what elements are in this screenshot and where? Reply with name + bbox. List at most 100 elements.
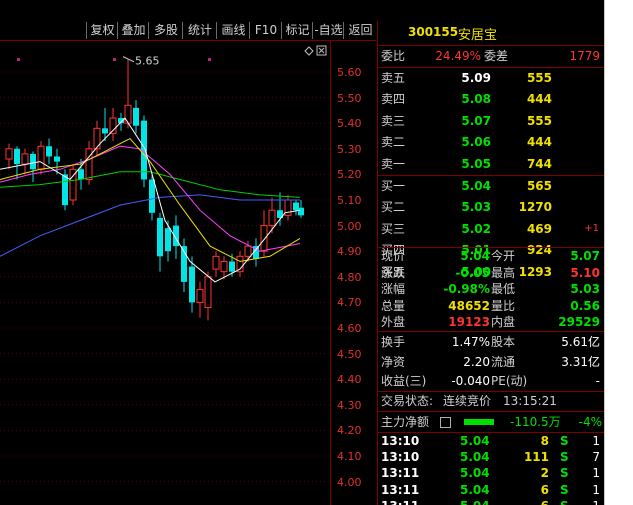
candle-body xyxy=(37,145,45,170)
fundamental-row: 换手 1.47% 股本 5.61亿 xyxy=(378,332,604,352)
level-change: +1 xyxy=(584,222,599,234)
level-volume: 469 xyxy=(526,221,552,236)
tick-volume: 6 xyxy=(540,482,549,497)
candle-body xyxy=(260,225,268,252)
tick-volume: 8 xyxy=(540,434,549,448)
stock-code: 300155 xyxy=(408,25,459,39)
price-tick-label: 5.40 xyxy=(337,117,362,131)
level-price: 5.07 xyxy=(461,113,491,128)
quote-label: 最高 xyxy=(491,265,516,280)
quote-value: 5.03 xyxy=(570,282,600,297)
trade-status-label: 交易状态: xyxy=(381,394,434,408)
ask-level-row[interactable]: 卖二 5.06 444 xyxy=(378,132,604,152)
candle-body xyxy=(189,266,195,303)
ask-level-row[interactable]: 卖五 5.09 555 xyxy=(378,68,604,88)
stock-title-bar: 300155 安居宝 xyxy=(378,21,604,46)
fundamental-label: 流通 xyxy=(491,354,516,369)
quote-value: 48652 xyxy=(448,298,490,313)
order-ratio-label: 委比 xyxy=(381,49,406,63)
quote-value: 5.07 xyxy=(570,249,600,263)
main-flow-value: -110.5万 xyxy=(510,415,561,429)
candle-body xyxy=(21,153,29,165)
price-tick-label: 4.60 xyxy=(337,322,362,335)
tick-time: 13:11 xyxy=(381,498,419,505)
tick-count: 1 xyxy=(592,482,600,497)
candle-body xyxy=(30,153,36,170)
quote-panel: 300155 安居宝 委比 24.49% 委差 1779 卖五 5.09 555 卖四… xyxy=(377,21,604,505)
tick-row: 13:10 5.04 8 S 1 xyxy=(378,433,604,449)
kline-chart[interactable]: 5.65 xyxy=(0,41,376,505)
price-tick-label: 5.10 xyxy=(337,194,362,207)
tick-row: 13:10 5.04 111 S 7 xyxy=(378,449,604,465)
tick-price: 5.04 xyxy=(460,482,490,497)
fundamental-label: PE(动) xyxy=(491,374,528,388)
quote-value: 29529 xyxy=(558,315,600,330)
candle-body xyxy=(46,146,52,157)
quote-value: -0.98% xyxy=(443,282,490,297)
quote-label: 外盘 xyxy=(381,315,406,330)
candle-body xyxy=(14,148,20,165)
fundamental-value: 1.47% xyxy=(451,335,490,349)
quote-label: 今开 xyxy=(491,249,516,263)
chart-toolbar: 复权 叠加 多股 统计 画线 F10 标记 -自选 返回 xyxy=(0,21,376,41)
price-tick-label: 5.00 xyxy=(337,219,362,233)
ask-level-row[interactable]: 卖四 5.08 444 xyxy=(378,89,604,109)
ask-level-row[interactable]: 卖三 5.07 555 xyxy=(378,111,604,131)
candle-body xyxy=(85,148,93,181)
price-tick-label: 5.30 xyxy=(337,142,362,156)
candle-body xyxy=(78,169,84,180)
candle-body xyxy=(268,209,276,227)
price-axis: 5.60 5.50 5.40 5.30 5.20 5.10 5.00 4.90 4.80 4.70… xyxy=(330,41,377,505)
price-tick-label: 4.20 xyxy=(337,424,362,438)
main-flow-row: 主力净额 -110.5万 -4% xyxy=(378,412,604,432)
bid-level-row[interactable]: 买二 5.03 1270 xyxy=(378,197,604,217)
toolbar-button-8[interactable]: 返回 xyxy=(343,22,377,39)
candle-body xyxy=(298,207,304,216)
tick-volume: 6 xyxy=(541,498,549,505)
price-tick-label: 4.90 xyxy=(337,245,362,259)
quote-row: 涨跌 -0.05 最高 5.10 xyxy=(378,265,604,282)
tick-price: 5.04 xyxy=(460,466,490,481)
toolbar-button-6[interactable]: 标记 xyxy=(281,22,313,39)
toolbar-button-0[interactable]: 复权 xyxy=(86,22,118,39)
list-icon[interactable] xyxy=(440,417,451,428)
candle-body xyxy=(133,107,139,126)
level-volume: 555 xyxy=(526,71,552,85)
price-tick-label: 5.50 xyxy=(337,91,362,105)
toolbar-button-7[interactable]: -自选 xyxy=(312,22,344,39)
level-volume: 1270 xyxy=(518,200,552,215)
quote-label: 内盘 xyxy=(491,315,516,330)
toolbar-button-2[interactable]: 多股 xyxy=(148,22,183,39)
toolbar-button-5[interactable]: F10 xyxy=(249,22,282,39)
level-label: 买二 xyxy=(381,200,406,215)
level-price: 5.09 xyxy=(461,71,491,85)
tick-count: 1 xyxy=(592,498,600,505)
candle-body xyxy=(109,117,117,134)
high-price-label: 5.65 xyxy=(135,54,160,67)
bid-level-row[interactable]: 买一 5.04 565 xyxy=(378,176,604,196)
candle-body xyxy=(102,128,108,134)
level-label: 卖五 xyxy=(381,71,406,85)
order-ratio-value: 24.49% xyxy=(435,49,481,63)
tick-time: 13:11 xyxy=(381,482,420,497)
fundamental-label: 换手 xyxy=(381,335,406,349)
fundamental-value: 5.61亿 xyxy=(561,335,600,349)
price-tick-label: 5.20 xyxy=(337,168,362,182)
tick-side: S xyxy=(560,450,569,465)
level-volume: 565 xyxy=(526,179,552,193)
candle-body xyxy=(54,156,60,162)
kline-svg: 5.65 xyxy=(0,45,330,483)
level-label: 卖四 xyxy=(381,92,406,107)
toolbar-button-1[interactable]: 叠加 xyxy=(117,22,149,39)
price-tick-label: 5.60 xyxy=(337,66,362,79)
level-label: 买一 xyxy=(381,179,406,193)
fundamental-row: 净资 2.20 流通 3.31亿 xyxy=(378,352,604,372)
fundamental-label: 净资 xyxy=(381,354,406,369)
level-price: 5.05 xyxy=(461,156,491,171)
candle-body xyxy=(165,228,171,252)
ask-level-row[interactable]: 卖一 5.05 744 xyxy=(378,154,604,174)
toolbar-button-4[interactable]: 画线 xyxy=(216,22,250,39)
quote-label: 涨跌 xyxy=(381,265,406,280)
toolbar-button-3[interactable]: 统计 xyxy=(182,22,217,39)
bid-level-row[interactable]: 买三 5.02 469 +1 xyxy=(378,219,604,239)
